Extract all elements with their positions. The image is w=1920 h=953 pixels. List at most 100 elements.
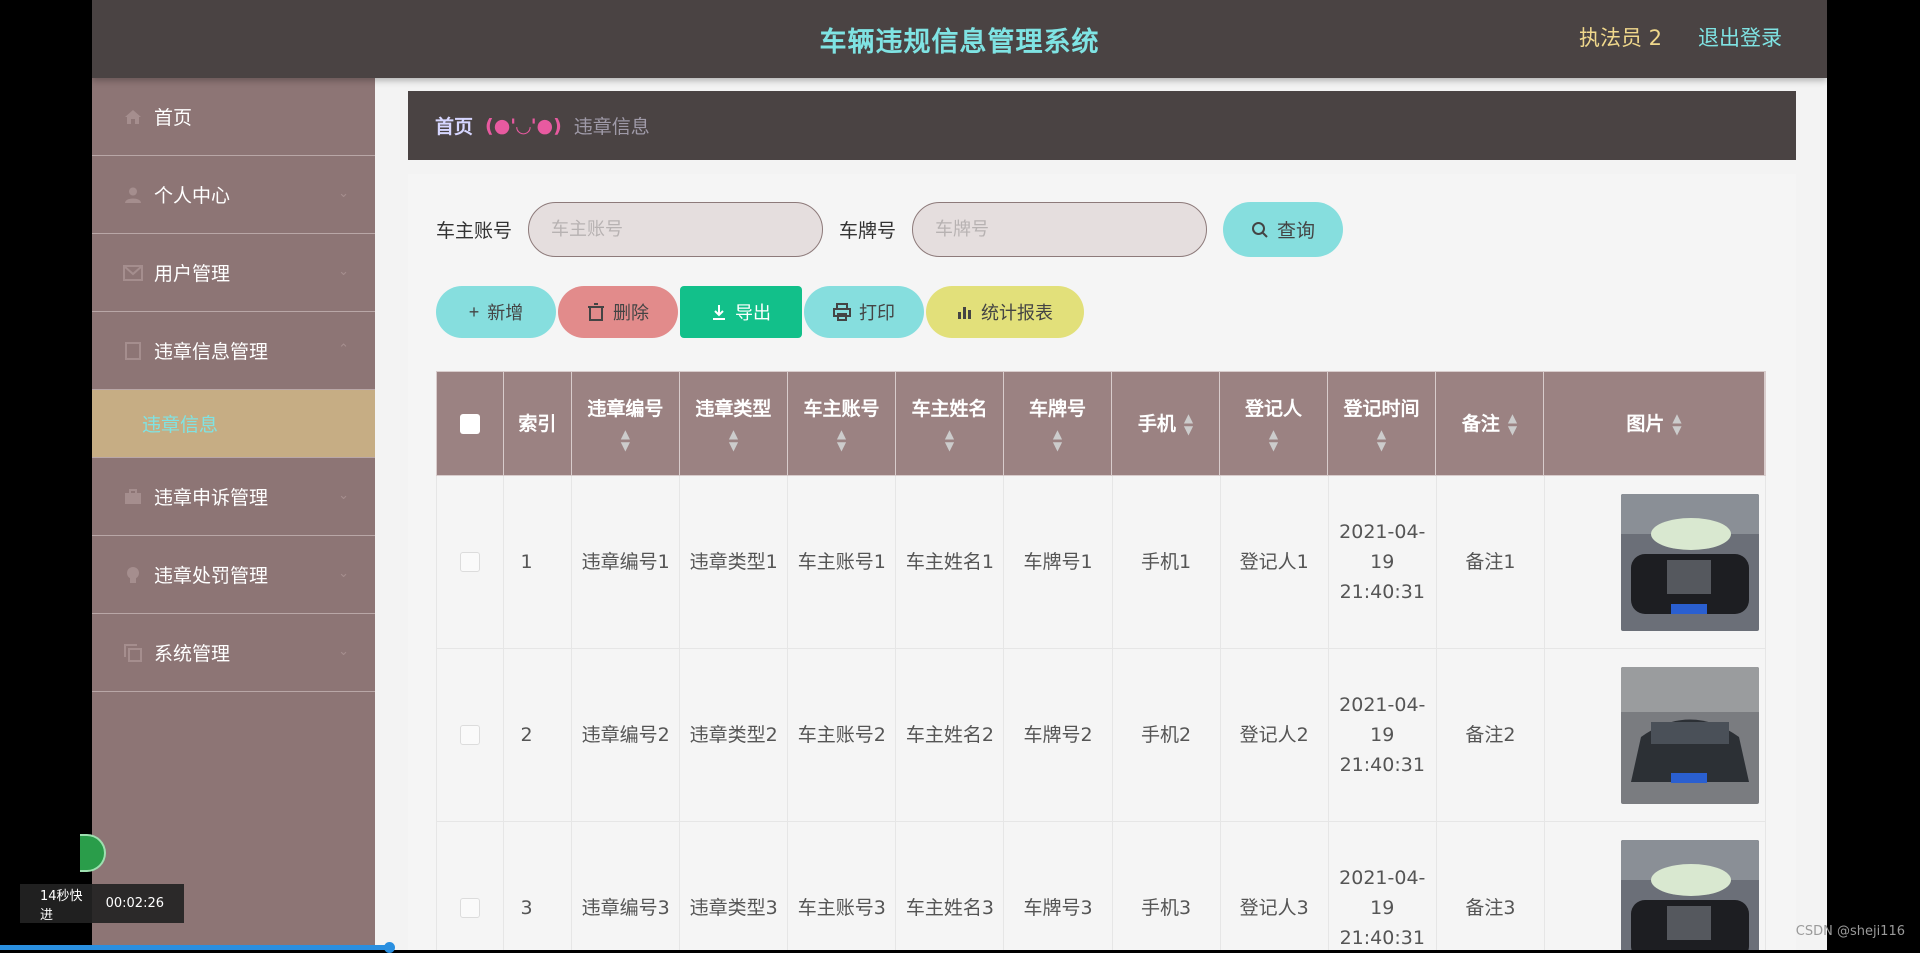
column-header-sortable[interactable]: 违章类型 ▲ ▼ [680,372,788,475]
cell-time: 2021-04-19 21:40:31 [1329,822,1437,950]
column-header-sortable[interactable]: 违章编号 ▲ ▼ [572,372,680,475]
cell-name: 车主姓名3 [896,822,1005,950]
column-header-sortable[interactable]: 车牌号 ▲ ▼ [1004,372,1112,475]
sidebar-item-penalty-mgmt[interactable]: 违章处罚管理 ⌄ [92,536,375,614]
cell-type: 违章类型1 [680,476,789,648]
column-header-label: 登记人 [1245,397,1303,420]
briefcase-icon [122,486,144,508]
cell-index: 2 [504,649,573,821]
cell-time: 2021-04-19 21:40:31 [1329,649,1437,821]
add-button[interactable]: + 新增 [436,286,556,338]
sidebar-item-system-mgmt[interactable]: 系统管理 ⌄ [92,614,375,692]
cell-owner: 车主账号3 [788,822,897,950]
sort-icon[interactable]: ▲ ▼ [1508,412,1517,436]
column-header-label: 登记时间 [1343,397,1420,420]
table-row[interactable]: 1 违章编号1 违章类型1 车主账号1 车主姓名1 车牌号1 手机1 登记人1 … [436,476,1766,649]
sort-icon[interactable]: ▲ ▼ [945,428,954,452]
sidebar-item-label: 违章申诉管理 [154,487,269,509]
print-button[interactable]: 打印 [804,286,924,338]
sidebar-item-users[interactable]: 用户管理 ⌄ [92,234,375,312]
stats-report-button[interactable]: 统计报表 [926,286,1084,338]
app-window: 车辆违规信息管理系统 执法员 2 退出登录 首页 个人中心 ⌄ 用户管理 ⌄ 违… [92,0,1827,950]
content-panel: 车主账号 车牌号 查询 + 新增 删除 导出 [408,174,1796,950]
top-header: 车辆违规信息管理系统 执法员 2 退出登录 [92,0,1827,78]
bulb-icon [122,564,144,586]
sort-icon[interactable]: ▲ ▼ [1269,428,1278,452]
cell-registrar: 登记人1 [1221,476,1329,648]
plate-label: 车牌号 [839,220,897,242]
video-progress-handle[interactable] [384,942,395,953]
sort-icon[interactable]: ▲ ▼ [1184,412,1193,436]
sidebar-item-violation-mgmt[interactable]: 违章信息管理 ⌃ [92,312,375,390]
column-header-label: 车主账号 [803,397,880,420]
select-all-cell [437,372,505,475]
cell-phone: 手机2 [1113,649,1221,821]
row-checkbox[interactable] [460,898,481,918]
car-photo[interactable] [1620,839,1759,951]
sidebar-item-profile[interactable]: 个人中心 ⌄ [92,156,375,234]
cell-type: 违章类型3 [680,822,789,950]
select-all-checkbox[interactable] [460,413,481,434]
sort-icon[interactable]: ▲ ▼ [1672,412,1681,436]
breadcrumb-home[interactable]: 首页 [435,112,473,139]
export-button[interactable]: 导出 [680,286,802,338]
cell-phone: 手机3 [1113,822,1221,950]
cell-index: 3 [504,822,573,950]
user-icon [122,184,144,206]
trash-icon [588,303,604,321]
sidebar-item-label: 系统管理 [154,643,231,665]
sidebar-item-home[interactable]: 首页 [92,78,375,156]
breadcrumb-separator: (●'◡'●) [485,114,562,137]
sort-icon[interactable]: ▲ ▼ [729,428,738,452]
download-icon [713,305,725,320]
sort-icon[interactable]: ▲ ▼ [1377,428,1386,452]
column-header-sortable[interactable]: 车主账号 ▲ ▼ [788,372,896,475]
table-row[interactable]: 2 违章编号2 违章类型2 车主账号2 车主姓名2 车牌号2 手机2 登记人2 … [436,649,1766,822]
violation-table: 索引 违章编号 ▲ ▼ 违章类型 ▲ ▼ 车主账号 ▲ ▼ 车主姓名 ▲ ▼ 车牌号 ▲ ▼ 手机 ▲… [436,371,1766,950]
cell-code: 违章编号2 [572,649,681,821]
column-header-label: 违章类型 [695,397,772,420]
plate-input[interactable] [912,202,1208,257]
cell-code: 违章编号3 [572,822,681,950]
column-header-sortable[interactable]: 图片 ▲ ▼ [1544,372,1766,475]
column-header-sortable[interactable]: 登记人 ▲ ▼ [1220,372,1329,475]
export-button-label: 导出 [735,303,771,323]
logout-link[interactable]: 退出登录 [1698,22,1782,52]
breadcrumb: 首页 (●'◡'●) 违章信息 [408,91,1796,160]
column-header-sortable[interactable]: 备注 ▲ ▼ [1436,372,1545,475]
sidebar-subitem-violation-info[interactable]: 违章信息 [92,390,375,458]
breadcrumb-current: 违章信息 [573,116,650,138]
cell-time: 2021-04-19 21:40:31 [1329,476,1437,648]
watermark: CSDN @sheji116 [1795,924,1905,939]
car-photo[interactable] [1620,666,1759,804]
column-header-sortable[interactable]: 手机 ▲ ▼ [1112,372,1220,475]
sort-icon[interactable]: ▲ ▼ [621,428,630,452]
printer-icon [833,303,851,321]
chevron-down-icon: ⌄ [338,186,349,201]
table-row[interactable]: 3 违章编号3 违章类型3 车主账号3 车主姓名3 车牌号3 手机3 登记人3 … [436,822,1766,950]
column-header-sortable[interactable]: 登记时间 ▲ ▼ [1328,372,1437,475]
delete-button[interactable]: 删除 [558,286,678,338]
row-checkbox[interactable] [460,552,481,572]
cell-type: 违章类型2 [680,649,789,821]
sidebar-item-appeal-mgmt[interactable]: 违章申诉管理 ⌄ [92,458,375,536]
cell-note: 备注2 [1437,649,1545,821]
owner-account-input[interactable] [528,202,824,257]
sort-icon[interactable]: ▲ ▼ [837,428,846,452]
column-header-label: 车牌号 [1028,397,1086,420]
add-button-label: 新增 [487,303,524,323]
chevron-down-icon: ⌄ [338,644,349,659]
video-progress-bar[interactable] [0,945,390,950]
cell-owner: 车主账号1 [788,476,897,648]
search-button[interactable]: 查询 [1223,202,1344,257]
cell-plate: 车牌号2 [1004,649,1113,821]
cell-note: 备注1 [1437,476,1545,648]
sidebar-item-label: 用户管理 [154,263,231,285]
cell-note: 备注3 [1437,822,1545,950]
sort-icon[interactable]: ▲ ▼ [1053,428,1062,452]
car-photo[interactable] [1620,493,1759,631]
cell-registrar: 登记人2 [1221,649,1329,821]
column-header-sortable[interactable]: 车主姓名 ▲ ▼ [896,372,1004,475]
column-header-label: 违章编号 [587,397,664,420]
row-checkbox[interactable] [460,725,481,745]
